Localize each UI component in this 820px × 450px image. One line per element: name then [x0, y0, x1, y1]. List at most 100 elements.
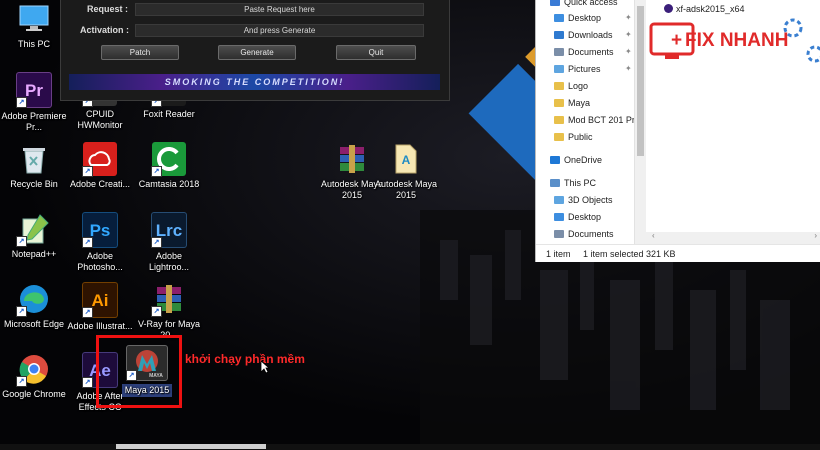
svg-text:+: + — [671, 30, 682, 51]
file-item[interactable]: xf-adsk2015_x64 — [664, 4, 745, 14]
desktop-icon-label: Foxit Reader — [143, 109, 195, 119]
desktop-icon-adobe-photosho[interactable]: Ps ↗ Adobe Photosho... — [66, 212, 134, 273]
desktop-icon-label: Adobe Premiere Pr... — [1, 111, 67, 132]
desktop-icon-adobe-illustrat[interactable]: Ai ↗ Adobe Illustrat... — [66, 282, 134, 332]
activation-field[interactable]: And press Generate — [135, 24, 424, 37]
nav-item-label: Downloads — [568, 30, 613, 40]
desktop-icon-label: Adobe Photosho... — [77, 251, 123, 272]
logo-text: FIX NHANH — [685, 30, 788, 51]
rar-icon: ↗ — [151, 282, 186, 317]
desktop-icon-recycle-bin[interactable]: Recycle Bin — [0, 142, 68, 190]
nav-item-label: Mod BCT 201 Pri — [568, 115, 637, 125]
activation-label: Activation : — [80, 25, 130, 35]
desktop-icon-label: Autodesk Maya 2015 — [374, 179, 438, 200]
ai-icon: Ai ↗ — [82, 282, 118, 318]
nav-item-label: Desktop — [568, 212, 602, 222]
shortcut-arrow-icon: ↗ — [151, 306, 162, 317]
nav-item-desktop[interactable]: Desktop — [554, 209, 601, 225]
folder-icon — [554, 65, 564, 73]
desktop-icon-adobe-premiere-pr[interactable]: Pr ↗ Adobe Premiere Pr... — [0, 72, 68, 133]
scroll-right-icon[interactable]: › — [814, 231, 817, 240]
folder-icon — [550, 156, 560, 164]
fix-nhanh-logo: + FIX NHANH — [645, 18, 820, 66]
ps-icon: Ps ↗ — [82, 212, 118, 248]
keygen-window: Request : Paste Request here Activation … — [60, 0, 450, 101]
folder-icon — [554, 48, 564, 56]
mouse-cursor-icon — [260, 360, 270, 374]
pin-icon: ✦ — [625, 64, 632, 73]
nav-item-label: Quick access — [564, 0, 618, 7]
folder-icon — [554, 31, 564, 39]
nav-item-documents[interactable]: Documents — [554, 226, 614, 242]
desktop-icon-label: Notepad++ — [11, 249, 57, 259]
generate-button[interactable]: Generate — [218, 45, 296, 60]
folder-icon — [550, 0, 560, 6]
folder-icon — [554, 82, 564, 90]
file-name: xf-adsk2015_x64 — [676, 4, 745, 14]
desktop-icon-google-chrome[interactable]: ↗ Google Chrome — [0, 352, 68, 400]
nav-item-label: Logo — [568, 81, 589, 91]
taskbar-edge — [0, 444, 820, 450]
patch-button[interactable]: Patch — [101, 45, 179, 60]
folder-icon — [554, 133, 564, 141]
nav-item-onedrive[interactable]: OneDrive — [550, 152, 602, 168]
shortcut-arrow-icon: ↗ — [82, 377, 93, 388]
desktop-icon-this-pc[interactable]: This PC — [0, 2, 68, 50]
desktop-icon-camtasia-2018[interactable]: ↗ Camtasia 2018 — [135, 142, 203, 190]
nav-item-3d-objects[interactable]: 3D Objects — [554, 192, 613, 208]
request-label: Request : — [87, 4, 129, 14]
desktop-icon-notepad[interactable]: ↗ Notepad++ — [0, 212, 68, 260]
request-field[interactable]: Paste Request here — [135, 3, 424, 16]
desktop-icon-adobe-lightroo[interactable]: Lrc ↗ Adobe Lightroo... — [135, 212, 203, 273]
shortcut-arrow-icon: ↗ — [16, 97, 27, 108]
shortcut-arrow-icon: ↗ — [16, 236, 27, 247]
status-item-count: 1 item — [546, 249, 571, 259]
nav-item-desktop[interactable]: Desktop — [554, 10, 601, 26]
svg-text:A: A — [402, 153, 411, 167]
folder-icon — [554, 196, 564, 204]
shortcut-arrow-icon: ↗ — [82, 166, 93, 177]
desktop-icon-label: CPUID HWMonitor — [77, 109, 123, 130]
shortcut-arrow-icon: ↗ — [16, 376, 27, 387]
nav-item-logo[interactable]: Logo — [554, 78, 588, 94]
edge-icon: ↗ — [16, 282, 51, 317]
nav-item-this-pc[interactable]: This PC — [550, 175, 596, 191]
shortcut-arrow-icon: ↗ — [16, 306, 27, 317]
nav-item-quick-access[interactable]: Quick access — [550, 0, 618, 10]
lrc-icon: Lrc ↗ — [151, 212, 187, 248]
nav-item-public[interactable]: Public — [554, 129, 593, 145]
taskbar-scroll-segment — [116, 444, 266, 449]
nav-item-label: Desktop — [568, 13, 602, 23]
status-bar: 1 item 1 item selected 321 KB — [536, 244, 820, 263]
annotation-text: khởi chạy phần mềm — [185, 352, 305, 366]
scroll-left-icon[interactable]: ‹ — [652, 231, 655, 240]
nav-item-mod-bct-201-pri[interactable]: Mod BCT 201 Pri — [554, 112, 637, 128]
shortcut-arrow-icon: ↗ — [151, 166, 162, 177]
folder-icon — [554, 116, 564, 124]
folder-icon — [554, 99, 564, 107]
chrome-icon: ↗ — [16, 352, 51, 387]
quit-button[interactable]: Quit — [336, 45, 416, 60]
nav-item-label: 3D Objects — [568, 195, 613, 205]
nav-item-downloads[interactable]: Downloads — [554, 27, 613, 43]
desktop-icon-autodesk-maya-2015[interactable]: A Autodesk Maya 2015 — [372, 142, 440, 201]
bin-icon — [17, 142, 51, 176]
status-selected: 1 item selected — [583, 249, 644, 259]
nav-item-label: Documents — [568, 47, 614, 57]
nav-item-maya[interactable]: Maya — [554, 95, 590, 111]
nav-scroll-thumb[interactable] — [637, 6, 644, 156]
horizontal-scrollbar[interactable]: ‹ › — [646, 231, 820, 244]
pin-icon: ✦ — [625, 13, 632, 22]
desktop-icon-adobe-creati[interactable]: ↗ Adobe Creati... — [66, 142, 134, 190]
folder-icon — [554, 14, 564, 22]
nav-item-label: Documents — [568, 229, 614, 239]
nav-item-label: Maya — [568, 98, 591, 108]
desktop-icon-label: Adobe Creati... — [69, 179, 131, 189]
nav-item-pictures[interactable]: Pictures — [554, 61, 601, 77]
nav-item-documents[interactable]: Documents — [554, 44, 614, 60]
desktop-icon-label: Microsoft Edge — [3, 319, 65, 329]
desktop-icon-label: Recycle Bin — [10, 179, 58, 189]
folder-icon — [554, 230, 564, 238]
desktop-icon-microsoft-edge[interactable]: ↗ Microsoft Edge — [0, 282, 68, 330]
desktop-icon-v-ray-for-maya-20[interactable]: ↗ V-Ray for Maya 20... — [135, 282, 203, 341]
